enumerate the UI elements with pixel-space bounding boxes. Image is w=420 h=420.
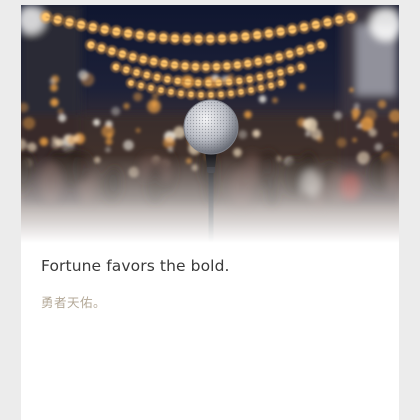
quote-text: Fortune favors the bold. [41, 257, 230, 275]
quote-card[interactable]: Fortune favors the bold. 勇者天佑。 [21, 5, 399, 420]
concert-microphone-photo [21, 5, 399, 243]
quote-translation: 勇者天佑。 [41, 295, 107, 310]
